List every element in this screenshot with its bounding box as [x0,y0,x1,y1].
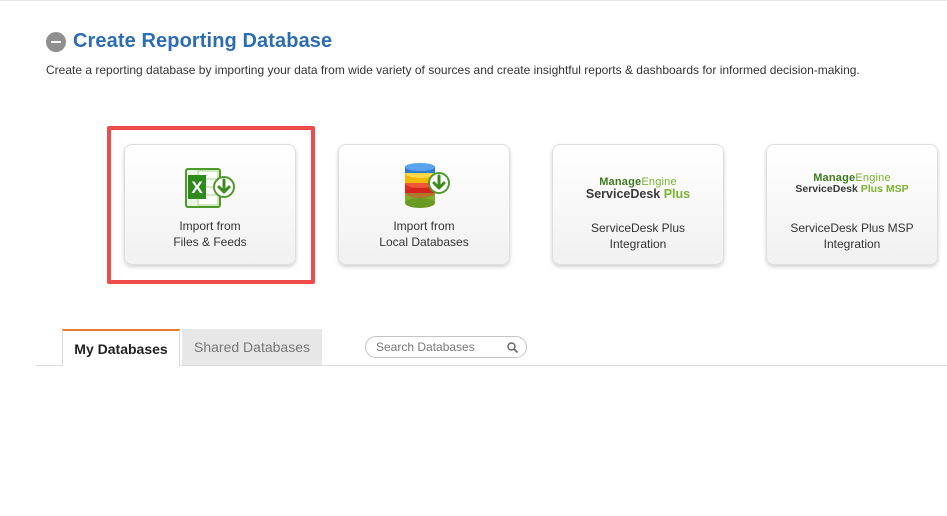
svg-text:X: X [191,178,203,197]
search-icon[interactable] [504,339,520,355]
servicedesk-plus-card[interactable]: ManageEngine ServiceDesk Plus ServiceDes… [552,144,724,265]
excel-import-icon: X [185,168,235,208]
manageengine-servicedesk-msp-logo: ManageEngine ServiceDesk Plus MSP [795,172,909,195]
tab-shared-databases[interactable]: Shared Databases [182,329,322,365]
top-border [0,0,947,1]
import-files-feeds-card[interactable]: X Import from Files & Feeds [124,144,296,265]
card-label: Import from Files & Feeds [173,219,247,249]
collapse-icon[interactable] [46,31,66,52]
manageengine-servicedesk-logo: ManageEngine ServiceDesk Plus [585,176,691,201]
tab-my-databases[interactable]: My Databases [62,329,180,366]
page-subtitle: Create a reporting database by importing… [46,63,860,77]
database-import-icon [405,163,450,208]
search-databases-box [365,336,527,358]
import-local-databases-card[interactable]: Import from Local Databases [338,144,510,265]
search-input[interactable] [366,340,504,354]
page-header: Create Reporting Database [46,30,332,53]
card-label: Import from Local Databases [379,219,469,249]
card-label: ServiceDesk Plus MSP Integration [790,221,914,251]
card-label: ServiceDesk Plus Integration [590,221,686,251]
servicedesk-plus-msp-card[interactable]: ManageEngine ServiceDesk Plus MSP Servic… [766,144,938,265]
page-title: Create Reporting Database [73,30,333,52]
